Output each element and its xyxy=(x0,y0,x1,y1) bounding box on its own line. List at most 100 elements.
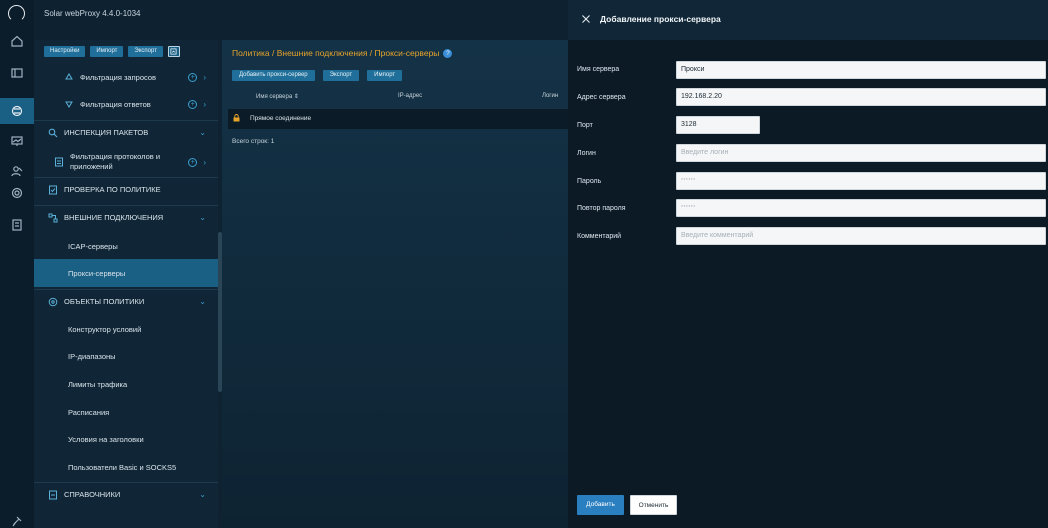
top-bar xyxy=(34,0,568,40)
sidebar-section-policy-check[interactable]: ПРОВЕРКА ПО ПОЛИТИКЕ xyxy=(34,177,218,201)
export-button[interactable]: Экспорт xyxy=(128,46,163,57)
port-field[interactable]: 3128 xyxy=(676,116,760,134)
sidebar-item-label: ИНСПЕКЦИЯ ПАКЕТОВ xyxy=(64,128,149,137)
settings-button[interactable]: Настройки xyxy=(44,46,86,57)
main-toolbar: Добавить прокси-сервер Экспорт Импорт xyxy=(232,70,403,81)
password-label: Пароль xyxy=(577,178,602,185)
sidebar-item-header-conditions[interactable]: Условия на заголовки xyxy=(34,426,218,452)
table-header: Имя сервера ⇕ IP-адрес Логин xyxy=(232,90,568,103)
protocol-icon xyxy=(54,157,64,167)
directory-icon xyxy=(48,490,58,500)
search-icon xyxy=(48,128,58,138)
sidebar-section-policy-objects[interactable]: ОБЪЕКТЫ ПОЛИТИКИ ⌄ xyxy=(34,289,218,313)
comment-field[interactable]: Введите комментарий xyxy=(676,227,1046,245)
logo-icon xyxy=(8,5,25,22)
sidebar-item-label: Условия на заголовки xyxy=(68,434,144,444)
breadcrumb-text[interactable]: Политика / Внешние подключения / Прокси-… xyxy=(232,48,439,58)
server-address-field[interactable]: 192.168.2.20 xyxy=(676,88,1046,106)
add-rule-icon[interactable]: + xyxy=(188,157,198,167)
add-rule-icon[interactable]: + xyxy=(188,72,198,82)
port-label: Порт xyxy=(577,122,593,129)
import-button[interactable]: Импорт xyxy=(90,46,124,57)
network-icon[interactable] xyxy=(0,180,34,206)
app-window: Solar webProxy 4.4.0-1034 Настройки Импо… xyxy=(0,0,1048,528)
sidebar-section-external-connections[interactable]: ВНЕШНИЕ ПОДКЛЮЧЕНИЯ ⌄ xyxy=(34,205,218,229)
policy-check-icon xyxy=(48,185,58,195)
chevron-down-icon[interactable]: ⌄ xyxy=(199,297,206,306)
close-icon[interactable] xyxy=(581,14,591,24)
panel-title: Добавление прокси-сервера xyxy=(600,14,721,24)
sidebar-section-packet-inspection[interactable]: ИНСПЕКЦИЯ ПАКЕТОВ ⌄ xyxy=(34,120,218,144)
sidebar-section-directories[interactable]: СПРАВОЧНИКИ ⌄ xyxy=(34,482,218,506)
sidebar-item-label-line2: приложений xyxy=(70,162,113,171)
sidebar-item-label: Фильтрация запросов xyxy=(80,72,156,82)
sidebar-item-proxy-servers[interactable]: Прокси-серверы xyxy=(34,259,218,287)
sidebar-item-label: Расписания xyxy=(68,407,110,417)
add-proxy-panel xyxy=(568,0,1048,528)
add-button[interactable]: Добавить xyxy=(577,495,624,515)
sidebar-item-icap-servers[interactable]: ICAP-серверы xyxy=(34,233,218,259)
server-name-field[interactable]: Прокси xyxy=(676,61,1046,79)
sidebar-item-response-filtering[interactable]: Фильтрация ответов + › xyxy=(34,94,218,114)
password-repeat-label: Повтор пароля xyxy=(577,205,626,212)
app-title: Solar webProxy 4.4.0-1034 xyxy=(44,9,141,18)
breadcrumb: Политика / Внешние подключения / Прокси-… xyxy=(232,48,453,59)
sidebar-item-label: Прокси-серверы xyxy=(68,268,126,278)
server-name-label: Имя сервера xyxy=(577,66,620,73)
sidebar-item-label: Конструктор условий xyxy=(68,324,142,334)
help-icon[interactable]: ? xyxy=(443,49,453,59)
cancel-button[interactable]: Отменить xyxy=(630,495,677,515)
sidebar-item-label: ICAP-серверы xyxy=(68,241,118,251)
sidebar-toolbar: Настройки Импорт Экспорт xyxy=(44,46,180,57)
sidebar-item-label: СПРАВОЧНИКИ xyxy=(64,490,121,499)
chevron-down-icon[interactable]: ⌄ xyxy=(199,490,206,499)
sidebar-item-label: Лимиты трафика xyxy=(68,379,128,389)
chevron-down-icon[interactable]: ⌄ xyxy=(199,213,206,222)
reports-icon[interactable] xyxy=(0,212,34,238)
sidebar-item-basic-socks5-users[interactable]: Пользователи Basic и SOCKS5 xyxy=(34,454,218,480)
pin-icon[interactable] xyxy=(0,508,34,528)
sidebar-item-label: ПРОВЕРКА ПО ПОЛИТИКЕ xyxy=(64,185,161,194)
server-address-label: Адрес сервера xyxy=(577,94,626,101)
monitoring-icon[interactable] xyxy=(0,128,34,154)
add-rule-icon[interactable]: + xyxy=(188,99,198,109)
connections-icon xyxy=(48,213,58,223)
sidebar-item-traffic-limits[interactable]: Лимиты трафика xyxy=(34,371,218,397)
sidebar-item-label: Фильтрация протоколов и xyxy=(70,152,161,161)
column-login[interactable]: Логин xyxy=(542,93,558,99)
policy-icon[interactable] xyxy=(0,98,34,124)
home-icon[interactable] xyxy=(0,28,34,54)
row-count: Всего строк: 1 xyxy=(232,138,275,145)
chevron-right-icon[interactable]: › xyxy=(203,158,206,167)
column-server-name[interactable]: Имя сервера ⇕ xyxy=(256,93,299,100)
column-ip-address[interactable]: IP-адрес xyxy=(398,93,422,99)
sidebar-item-label: ОБЪЕКТЫ ПОЛИТИКИ xyxy=(64,297,145,306)
sidebar-item-label: IP-диапазоны xyxy=(68,351,116,361)
lock-icon xyxy=(233,114,240,122)
icon-rail xyxy=(0,0,34,528)
add-proxy-button[interactable]: Добавить прокси-сервер xyxy=(232,70,315,81)
sidebar-item-condition-builder[interactable]: Конструктор условий xyxy=(34,316,218,342)
collapse-icon[interactable] xyxy=(167,46,180,57)
request-filter-icon xyxy=(64,72,74,82)
password-field[interactable]: ****** xyxy=(676,172,1046,190)
password-repeat-field[interactable]: ****** xyxy=(676,199,1046,217)
import-button[interactable]: Импорт xyxy=(367,70,403,81)
sidebar-item-schedules[interactable]: Расписания xyxy=(34,399,218,425)
sidebar-item-request-filtering[interactable]: Фильтрация запросов + › xyxy=(34,67,218,87)
row-server-name: Прямое соединение xyxy=(250,115,312,122)
table-row[interactable]: Прямое соединение xyxy=(228,109,568,129)
chevron-down-icon[interactable]: ⌄ xyxy=(199,128,206,137)
chevron-right-icon[interactable]: › xyxy=(203,100,206,109)
export-button[interactable]: Экспорт xyxy=(322,70,360,81)
sidebar-item-label: Фильтрация ответов xyxy=(80,99,151,109)
sidebar-item-ip-ranges[interactable]: IP-диапазоны xyxy=(34,343,218,369)
sidebar-item-label: ВНЕШНИЕ ПОДКЛЮЧЕНИЯ xyxy=(64,213,164,222)
login-field[interactable]: Введите логин xyxy=(676,144,1046,162)
chevron-right-icon[interactable]: › xyxy=(203,73,206,82)
sidebar-item-protocol-filtering[interactable]: Фильтрация протоколов и приложений + › xyxy=(34,148,218,176)
comment-label: Комментарий xyxy=(577,233,622,240)
dashboard-icon[interactable] xyxy=(0,60,34,86)
objects-icon xyxy=(48,297,58,307)
sidebar-item-label: Пользователи Basic и SOCKS5 xyxy=(68,462,177,472)
